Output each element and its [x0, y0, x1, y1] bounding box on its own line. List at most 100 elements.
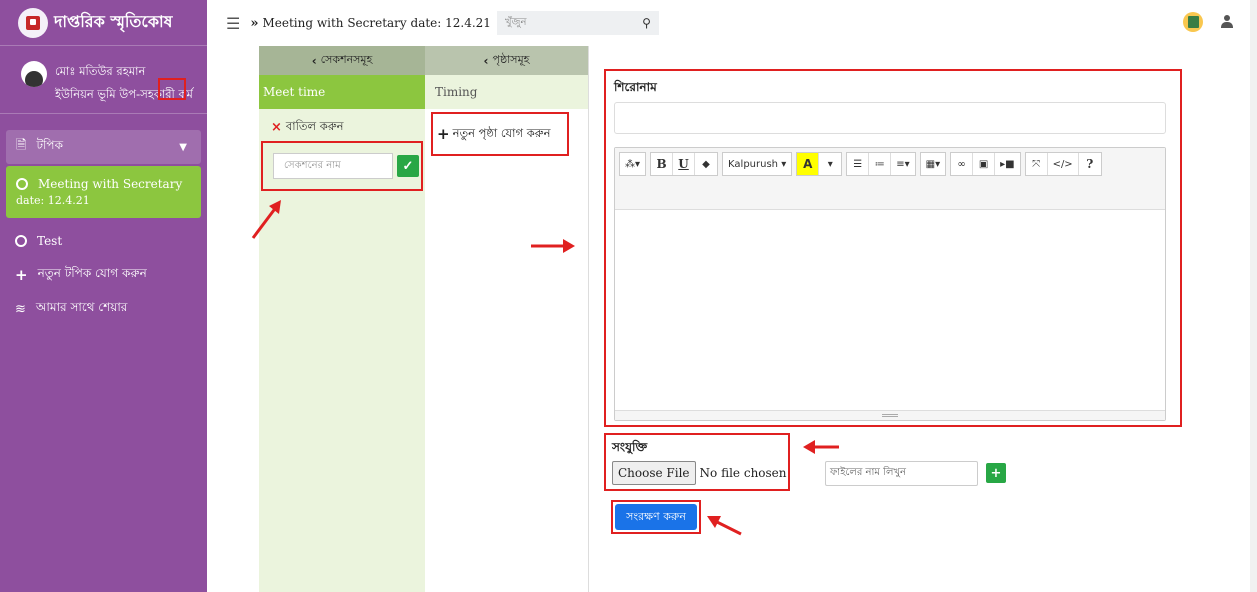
- align-icon[interactable]: ≡▾: [891, 153, 914, 175]
- sections-header[interactable]: ‹ সেকশনসমূহ: [259, 46, 425, 75]
- attachment-label: সংযুক্তি: [612, 440, 648, 454]
- bold-button[interactable]: B: [651, 153, 674, 175]
- sections-header-label: সেকশনসমূহ: [320, 53, 373, 66]
- circle-icon: [15, 235, 27, 247]
- document-icon: 🗎: [16, 138, 27, 153]
- sidebar: দাপ্তরিক স্মৃতিকোষ মোঃ মতিউর রহমান ইউনিয…: [0, 0, 207, 592]
- avatar: [21, 61, 47, 87]
- close-icon: ×: [271, 119, 282, 135]
- resize-handle[interactable]: [615, 410, 1165, 420]
- fullscreen-icon[interactable]: ⤧: [1026, 153, 1048, 175]
- unordered-list-icon[interactable]: ☰: [847, 153, 870, 175]
- file-name-input[interactable]: ফাইলের নাম লিখুন: [825, 461, 978, 486]
- toolbar-group-font: B U ◆: [650, 152, 719, 176]
- toolbar-group-color: A ▾: [796, 152, 843, 176]
- highlight-box: [158, 78, 186, 100]
- red-arrow-icon: [531, 239, 575, 253]
- table-icon[interactable]: ▦▾: [921, 153, 945, 175]
- cancel-label: বাতিল করুন: [285, 118, 344, 133]
- sidebar-nav: 🗎 টপিক ▼ Meeting with Secretary date: 12…: [0, 114, 207, 326]
- font-name-dropdown[interactable]: Kalpurush ▾: [723, 153, 791, 175]
- sidebar-item-test[interactable]: Test: [0, 224, 207, 258]
- cancel-button[interactable]: × বাতিল করুন: [259, 109, 425, 145]
- page-item-label: Timing: [435, 85, 478, 99]
- sidebar-item-label: Test: [37, 234, 63, 248]
- sidebar-item-label: আমার সাথে শেয়ার: [35, 300, 128, 314]
- app-root: দাপ্তরিক স্মৃতিকোষ মোঃ মতিউর রহমান ইউনিয…: [0, 0, 1257, 592]
- new-section-form: সেকশনের নাম ✓: [261, 141, 423, 191]
- scrollbar[interactable]: [1250, 0, 1257, 592]
- sections-column: ‹ সেকশনসমূহ Meet time × বাতিল করুন সেকশন…: [259, 46, 425, 592]
- brand[interactable]: দাপ্তরিক স্মৃতিকোষ: [0, 0, 207, 46]
- font-name-label: Kalpurush: [728, 158, 779, 170]
- page-item[interactable]: Timing: [425, 75, 588, 109]
- chevron-down-icon: ▼: [179, 141, 187, 153]
- breadcrumb: Meeting with Secretary date: 12.4.21: [262, 16, 491, 30]
- rich-text-editor: ⁂▾ B U ◆ Kalpurush ▾ A ▾ ☰ ≔ ≡▾ ▦▾ ∞ ▣ ▸…: [614, 147, 1166, 421]
- notebook-icon[interactable]: [1183, 12, 1203, 32]
- user-icon[interactable]: [1221, 15, 1233, 29]
- layers-icon: ≋: [15, 301, 26, 317]
- sidebar-item-add-topic[interactable]: + নতুন টপিক যোগ করুন: [0, 258, 207, 292]
- editor-content-area[interactable]: [615, 210, 1165, 410]
- add-file-button[interactable]: +: [986, 463, 1006, 483]
- sidebar-item-meeting[interactable]: Meeting with Secretary date: 12.4.21: [6, 166, 201, 218]
- pages-header-label: পৃষ্ঠাসমূহ: [492, 53, 530, 66]
- section-item-label: Meet time: [263, 85, 326, 99]
- menu-icon[interactable]: ☰: [226, 14, 240, 33]
- eraser-icon[interactable]: ◆: [695, 153, 717, 175]
- user-profile[interactable]: মোঃ মতিউর রহমান ইউনিয়ন ভূমি উপ-সহকারী ক…: [0, 46, 207, 114]
- save-button-highlight: সংরক্ষণ করুন: [611, 500, 701, 534]
- topbar-actions: [1183, 12, 1233, 32]
- chevron-left-icon: ‹: [483, 53, 489, 68]
- editor-section: শিরোনাম ⁂▾ B U ◆ Kalpurush ▾ A ▾ ☰ ≔ ≡▾ …: [604, 69, 1182, 427]
- editor-toolbar: ⁂▾ B U ◆ Kalpurush ▾ A ▾ ☰ ≔ ≡▾ ▦▾ ∞ ▣ ▸…: [615, 148, 1165, 210]
- add-page-button[interactable]: + নতুন পৃষ্ঠা যোগ করুন: [431, 112, 569, 156]
- search-placeholder: খুঁজুন: [504, 16, 527, 28]
- toolbar-group-table: ▦▾: [919, 152, 947, 176]
- chevron-down-icon[interactable]: ▾: [819, 153, 841, 175]
- main-content: ‹ সেকশনসমূহ Meet time × বাতিল করুন সেকশন…: [207, 46, 1250, 592]
- attachment-section: সংযুক্তি Choose File No file chosen: [604, 433, 790, 491]
- pages-header[interactable]: ‹ পৃষ্ঠাসমূহ: [425, 46, 588, 75]
- toolbar-group-insert: ∞ ▣ ▸■: [950, 152, 1021, 176]
- sidebar-item-topic[interactable]: 🗎 টপিক ▼: [6, 130, 201, 164]
- help-icon[interactable]: ?: [1079, 153, 1101, 175]
- search-icon[interactable]: ⚲: [642, 16, 651, 30]
- toolbar-group-para: ☰ ≔ ≡▾: [846, 152, 916, 176]
- title-label: শিরোনাম: [614, 80, 657, 94]
- section-item[interactable]: Meet time: [259, 75, 425, 109]
- title-input[interactable]: [614, 102, 1166, 134]
- red-arrow-icon: [251, 200, 281, 239]
- divider: [588, 46, 589, 592]
- sidebar-item-shared[interactable]: ≋ আমার সাথে শেয়ার: [0, 292, 207, 326]
- search-input[interactable]: খুঁজুন ⚲: [496, 11, 659, 35]
- font-color-icon[interactable]: A: [797, 153, 820, 175]
- toolbar-group-fontname: Kalpurush ▾: [722, 152, 793, 176]
- ordered-list-icon[interactable]: ≔: [869, 153, 892, 175]
- plus-icon: +: [437, 125, 450, 143]
- pages-column: ‹ পৃষ্ঠাসমূহ Timing + নতুন পৃষ্ঠা যোগ কর…: [425, 46, 588, 592]
- code-view-icon[interactable]: </>: [1048, 153, 1079, 175]
- choose-file-button[interactable]: Choose File: [612, 461, 696, 485]
- underline-button[interactable]: U: [673, 153, 696, 175]
- video-icon[interactable]: ▸■: [995, 153, 1019, 175]
- file-input: Choose File No file chosen: [612, 461, 787, 485]
- double-chevron-right-icon: »: [250, 15, 259, 31]
- circle-icon: [16, 178, 28, 190]
- sidebar-item-label: টপিক: [36, 138, 63, 152]
- toolbar-group-view: ⤧ </> ?: [1024, 152, 1102, 176]
- picture-icon[interactable]: ▣: [973, 153, 996, 175]
- magic-icon[interactable]: ⁂▾: [620, 153, 645, 175]
- red-arrow-icon: [707, 516, 742, 536]
- red-arrow-icon: [803, 440, 839, 454]
- link-icon[interactable]: ∞: [951, 153, 974, 175]
- sidebar-item-label: Meeting with Secretary: [38, 177, 183, 191]
- section-name-input[interactable]: সেকশনের নাম: [273, 153, 393, 179]
- save-button[interactable]: সংরক্ষণ করুন: [615, 504, 697, 530]
- toolbar-group-style: ⁂▾: [619, 152, 647, 176]
- chevron-left-icon: ‹: [311, 53, 317, 68]
- add-page-label: নতুন পৃষ্ঠা যোগ করুন: [452, 125, 551, 140]
- sidebar-item-label: নতুন টপিক যোগ করুন: [37, 266, 147, 280]
- confirm-section-button[interactable]: ✓: [397, 155, 419, 177]
